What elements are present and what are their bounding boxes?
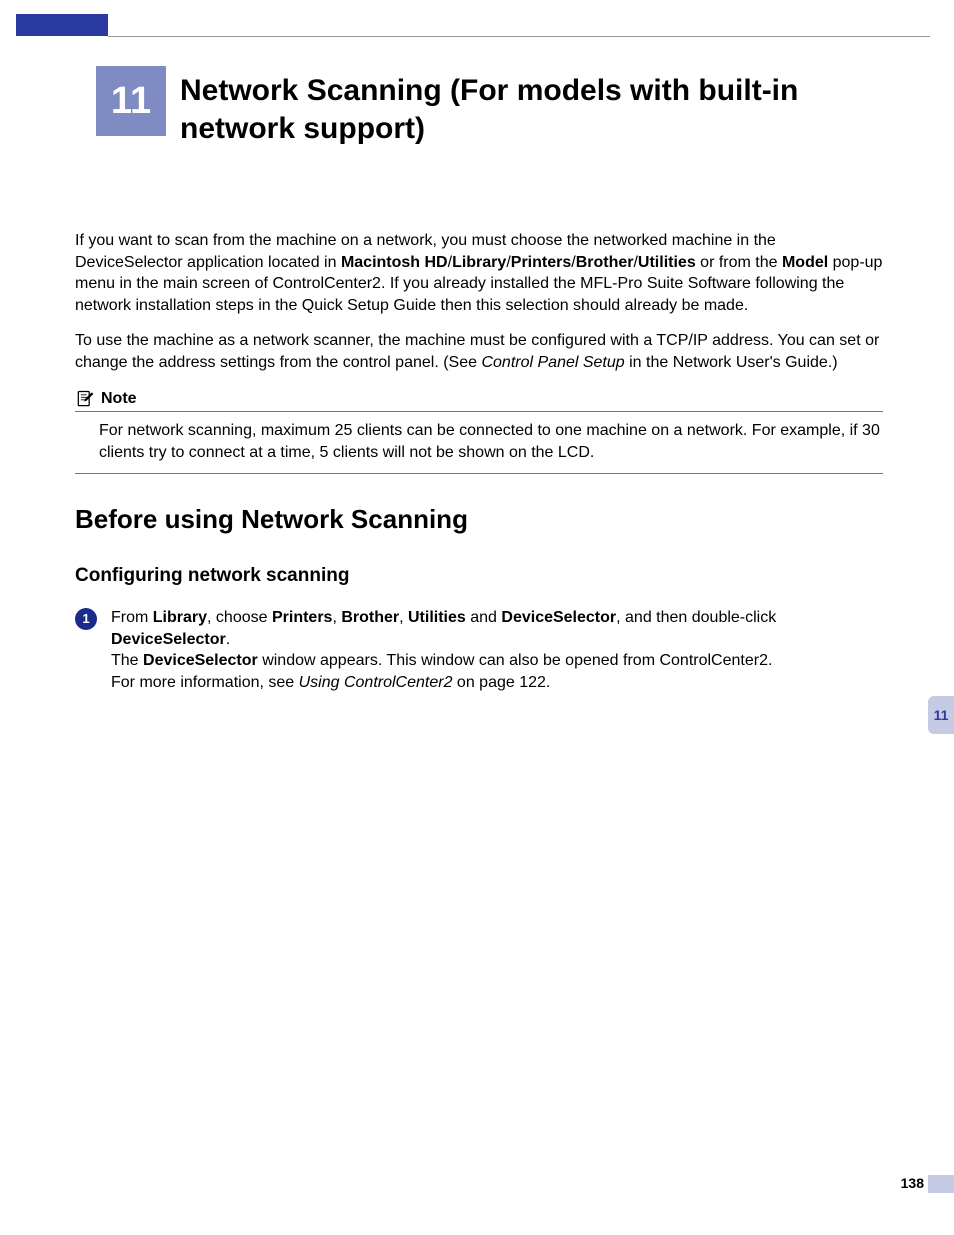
note-body: For network scanning, maximum 25 clients… bbox=[75, 420, 883, 463]
text: window appears. This window can also be … bbox=[258, 652, 773, 669]
step-number-bullet: 1 bbox=[75, 608, 97, 630]
path-segment: Utilities bbox=[638, 254, 696, 271]
subsection-heading: Configuring network scanning bbox=[75, 563, 883, 589]
bold-text: Utilities bbox=[408, 609, 466, 626]
step-body: From Library, choose Printers, Brother , … bbox=[111, 607, 883, 693]
text: , bbox=[399, 609, 408, 626]
note-label: Note bbox=[101, 388, 137, 410]
text: For more information, see bbox=[111, 674, 299, 691]
bold-text: Printers bbox=[272, 609, 332, 626]
text: The bbox=[111, 652, 143, 669]
page-body: If you want to scan from the machine on … bbox=[75, 230, 883, 707]
chapter-title: Network Scanning (For models with built-… bbox=[180, 72, 914, 147]
note-block: Note For network scanning, maximum 25 cl… bbox=[75, 388, 883, 475]
text: on page 122. bbox=[452, 674, 550, 691]
text: and bbox=[466, 609, 502, 626]
reference-title: Control Panel Setup bbox=[481, 354, 624, 371]
text: , choose bbox=[207, 609, 272, 626]
page-number: 138 bbox=[901, 1175, 924, 1191]
path-segment: Printers bbox=[511, 254, 571, 271]
text: From bbox=[111, 609, 153, 626]
reference-title: Using ControlCenter2 bbox=[299, 674, 453, 691]
page-number-accent bbox=[928, 1175, 954, 1193]
path-segment: Library bbox=[452, 254, 506, 271]
step-number: 1 bbox=[82, 610, 89, 628]
text: or from the bbox=[696, 254, 782, 271]
step-line-1: From Library, choose Printers, Brother , … bbox=[111, 607, 883, 650]
chapter-number: 11 bbox=[111, 80, 151, 123]
header-accent-bar bbox=[16, 14, 108, 36]
text: , bbox=[332, 609, 341, 626]
intro-paragraph-2: To use the machine as a network scanner,… bbox=[75, 330, 883, 373]
chapter-number-badge: 11 bbox=[96, 66, 166, 136]
intro-paragraph-1: If you want to scan from the machine on … bbox=[75, 230, 883, 316]
note-bottom-rule bbox=[75, 473, 883, 474]
path-segment: Brother bbox=[576, 254, 634, 271]
bold-text: DeviceSelector bbox=[501, 609, 616, 626]
step-line-3: For more information, see Using ControlC… bbox=[111, 672, 883, 694]
header-rule bbox=[108, 36, 930, 37]
step-1: 1 From Library, choose Printers, Brother… bbox=[75, 607, 883, 693]
note-header: Note bbox=[75, 388, 883, 413]
section-heading: Before using Network Scanning bbox=[75, 502, 883, 537]
bold-text: Brother bbox=[341, 609, 399, 626]
bold-text: DeviceSelector bbox=[111, 631, 226, 648]
text: , and then double-click bbox=[616, 609, 776, 626]
step-line-2: The DeviceSelector window appears. This … bbox=[111, 650, 883, 672]
bold-text: DeviceSelector bbox=[143, 652, 258, 669]
bold-text: Library bbox=[153, 609, 207, 626]
bold-text: Model bbox=[782, 254, 828, 271]
text: in the Network User's Guide.) bbox=[625, 354, 838, 371]
path-segment: Macintosh HD bbox=[341, 254, 448, 271]
note-icon bbox=[75, 389, 95, 409]
side-tab-number: 11 bbox=[934, 707, 949, 723]
text: . bbox=[226, 631, 230, 648]
chapter-side-tab: 11 bbox=[928, 696, 954, 734]
